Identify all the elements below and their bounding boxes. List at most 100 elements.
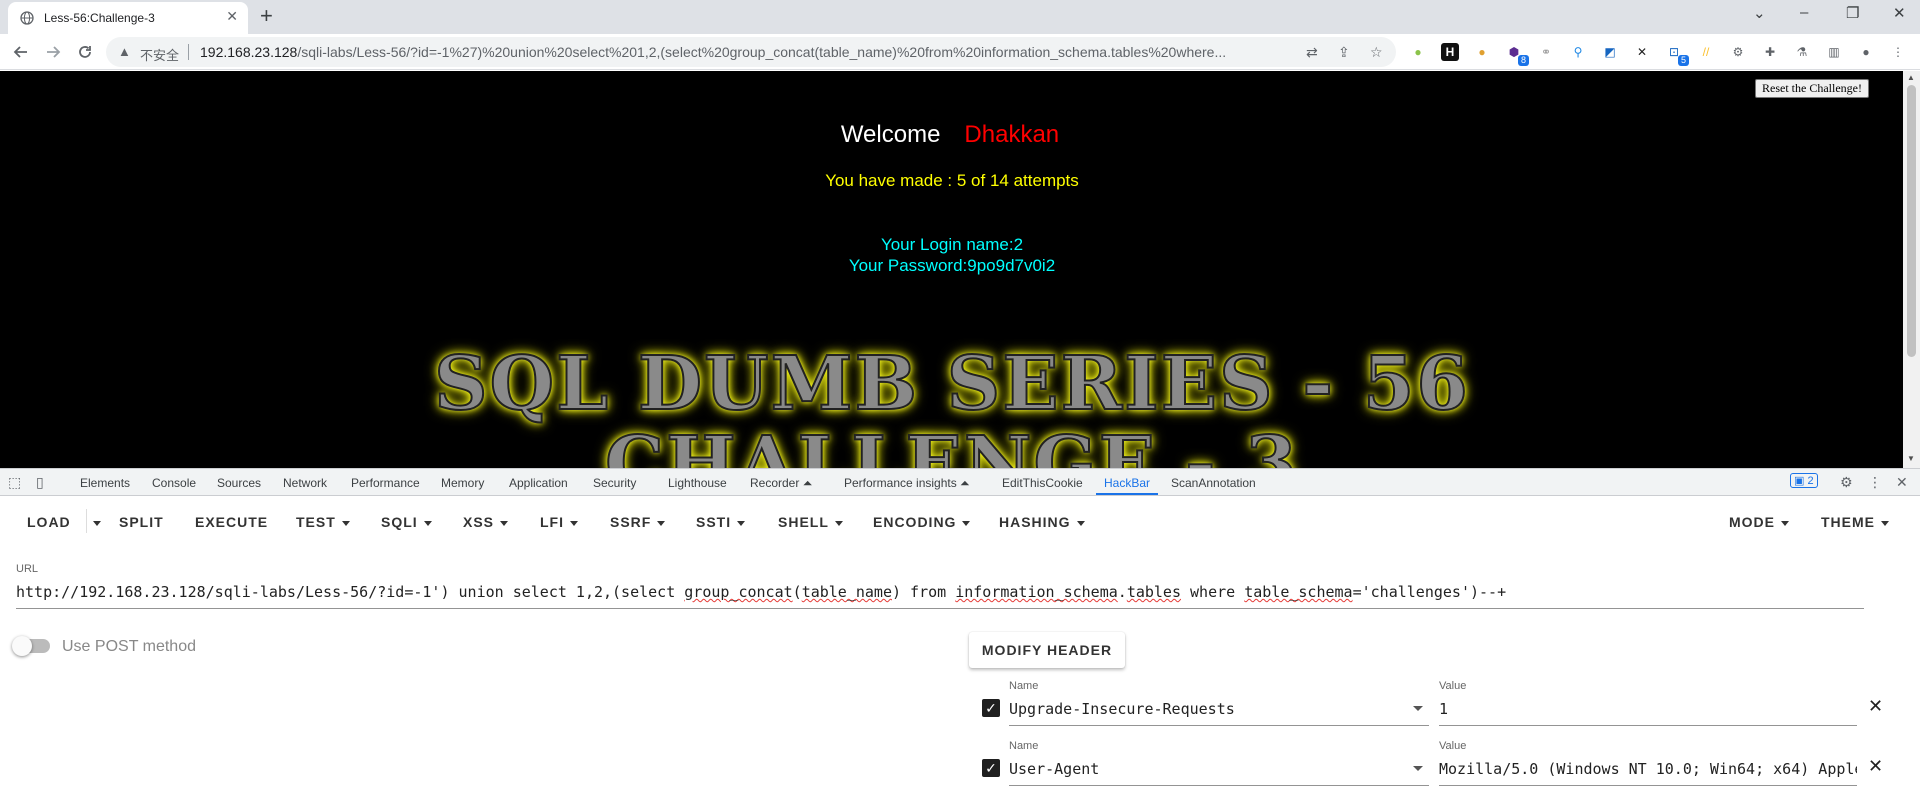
chevron-down-icon	[657, 520, 666, 526]
settings-gear-icon[interactable]: ⚙	[1840, 474, 1853, 491]
devtools-tab-console[interactable]: Console	[152, 476, 196, 490]
header-value-input[interactable]: Mozilla/5.0 (Windows NT 10.0; Win64; x64…	[1439, 760, 1857, 786]
theme-menu[interactable]: THEME	[1821, 514, 1889, 530]
ssti-menu[interactable]: SSTI	[696, 514, 746, 530]
slash-icon[interactable]: //	[1697, 43, 1715, 61]
devtools-tab-editthiscookie[interactable]: EditThisCookie	[1002, 476, 1083, 490]
lfi-menu[interactable]: LFI	[540, 514, 578, 530]
mode-menu[interactable]: MODE	[1729, 514, 1789, 530]
xss-menu[interactable]: XSS	[463, 514, 509, 530]
scrollbar-thumb[interactable]	[1907, 85, 1916, 357]
inspect-element-icon[interactable]: ⬚	[8, 474, 21, 491]
issues-badge[interactable]: ▣ 2	[1790, 473, 1818, 488]
devtools-tab-elements[interactable]: Elements	[80, 476, 130, 490]
page-viewport: Reset the Challenge! Welcome Dhakkan You …	[0, 71, 1920, 468]
devtools-tab-scanannotation[interactable]: ScanAnnotation	[1171, 476, 1256, 490]
banner-title: SQL DUMB SERIES - 56	[433, 340, 1470, 428]
reset-challenge-button[interactable]: Reset the Challenge!	[1755, 79, 1869, 98]
green-circle-icon[interactable]: ●	[1409, 43, 1427, 61]
hackbar-menu: LOAD SPLIT EXECUTE TEST SQLI XSS LFI SSR…	[0, 497, 1920, 545]
welcome-text: Welcome	[840, 121, 941, 148]
scroll-down-icon[interactable]: ▼	[1907, 454, 1915, 463]
devtools-tab-memory[interactable]: Memory	[441, 476, 484, 490]
forward-button[interactable]	[42, 41, 64, 63]
header-name-input[interactable]: Upgrade-Insecure-Requests	[1009, 700, 1429, 726]
header-enabled-checkbox[interactable]: ✓	[982, 699, 1000, 717]
bookmark-star-icon[interactable]: ☆	[1370, 44, 1383, 61]
sqli-menu[interactable]: SQLI	[381, 514, 432, 530]
devtools-tab-recorder[interactable]: Recorder ⏶	[750, 476, 812, 491]
kebab-menu-icon[interactable]: ⋮	[1889, 43, 1907, 61]
minimize-button[interactable]: –	[1800, 4, 1808, 21]
hexagon-icon[interactable]: ⬢ 8	[1505, 43, 1529, 66]
url-host: 192.168.23.128	[200, 44, 298, 60]
x-icon[interactable]: ✕	[1633, 43, 1651, 61]
chevron-down-icon[interactable]	[1413, 706, 1423, 711]
split-button[interactable]: SPLIT	[119, 514, 164, 530]
lfi-menu-label: LFI	[540, 514, 564, 530]
new-tab-button[interactable]: +	[260, 5, 273, 27]
device-toolbar-icon[interactable]: ▯	[36, 474, 44, 491]
cookie-icon[interactable]: ●	[1473, 43, 1491, 61]
devtools-tab-hackbar[interactable]: HackBar	[1104, 476, 1150, 490]
ms-icon[interactable]: ◩	[1601, 43, 1619, 61]
restore-button[interactable]: ❐	[1846, 4, 1859, 22]
address-bar[interactable]: ▲ 不安全 192.168.23.128/sqli-labs/Less-56/?…	[106, 37, 1396, 67]
address-url[interactable]: 192.168.23.128/sqli-labs/Less-56/?id=-1%…	[200, 44, 1280, 60]
load-dropdown-toggle[interactable]	[86, 509, 101, 533]
link-icon[interactable]: ⚭	[1537, 43, 1555, 61]
devtools-tab-lighthouse[interactable]: Lighthouse	[668, 476, 727, 490]
chevron-down-icon	[1881, 520, 1889, 526]
back-button[interactable]	[10, 41, 32, 63]
tab-close-icon[interactable]: ✕	[226, 8, 238, 25]
header-enabled-checkbox[interactable]: ✓	[982, 759, 1000, 777]
url-part: .	[1117, 583, 1127, 601]
delete-header-icon[interactable]: ✕	[1868, 696, 1883, 717]
issues-icon: ▣	[1794, 475, 1808, 487]
devtools-menu-icon[interactable]: ⋮	[1868, 474, 1882, 491]
devtools-tab-application[interactable]: Application	[509, 476, 568, 490]
pin-icon[interactable]: ⚲	[1569, 43, 1587, 61]
header-name-input[interactable]: User-Agent	[1009, 760, 1429, 786]
browser-tab[interactable]: Less-56:Challenge-3 ✕	[8, 2, 248, 34]
devtools-tab-performance[interactable]: Performance	[351, 476, 420, 490]
chevron-down-icon	[834, 520, 843, 526]
tab-search-icon[interactable]: ⌄	[1753, 4, 1766, 22]
chevron-down-icon	[737, 520, 746, 526]
header-name-label: Name	[1009, 680, 1039, 692]
h-icon[interactable]: H	[1441, 43, 1459, 61]
scroll-up-icon[interactable]: ▲	[1907, 73, 1915, 82]
puzzle-icon[interactable]: ✚	[1761, 43, 1779, 61]
page-scrollbar[interactable]: ▲ ▼	[1903, 71, 1920, 468]
url-part: where	[1181, 583, 1245, 601]
hashing-menu[interactable]: HASHING	[999, 514, 1085, 530]
execute-button[interactable]: EXECUTE	[195, 514, 268, 530]
translate-icon[interactable]: ⇄	[1306, 44, 1318, 61]
checkmark-icon: ✓	[985, 760, 997, 776]
devtools-tab-sources[interactable]: Sources	[217, 476, 261, 490]
attempts-text: You have made : 5 of 14 attempts	[825, 171, 1079, 190]
header-value-input[interactable]: 1	[1439, 700, 1857, 726]
window-close-button[interactable]: ✕	[1893, 4, 1906, 22]
scan-icon[interactable]: ⊡ 5	[1665, 43, 1689, 66]
encoding-menu[interactable]: ENCODING	[873, 514, 971, 530]
devtools-tab-network[interactable]: Network	[283, 476, 327, 490]
sidepanel-icon[interactable]: ▥	[1825, 43, 1843, 61]
gear-icon[interactable]: ⚙	[1729, 43, 1747, 61]
devtools-close-icon[interactable]: ✕	[1896, 474, 1908, 491]
delete-header-icon[interactable]: ✕	[1868, 756, 1883, 777]
shell-menu[interactable]: SHELL	[778, 514, 843, 530]
test-menu[interactable]: TEST	[296, 514, 350, 530]
reload-button[interactable]	[74, 41, 96, 63]
chevron-down-icon[interactable]	[1413, 766, 1423, 771]
flask-icon[interactable]: ⚗	[1793, 43, 1811, 61]
post-method-toggle[interactable]	[12, 636, 52, 656]
modify-header-button[interactable]: MODIFY HEADER	[969, 632, 1125, 668]
devtools-tab-security[interactable]: Security	[593, 476, 636, 490]
devtools-tab-performance-insights[interactable]: Performance insights ⏶	[844, 476, 970, 491]
url-input[interactable]: http://192.168.23.128/sqli-labs/Less-56/…	[16, 583, 1864, 609]
share-icon[interactable]: ⇪	[1338, 44, 1350, 61]
avatar-icon[interactable]: ●	[1857, 43, 1875, 61]
ssrf-menu[interactable]: SSRF	[610, 514, 666, 530]
load-button[interactable]: LOAD	[27, 514, 71, 530]
